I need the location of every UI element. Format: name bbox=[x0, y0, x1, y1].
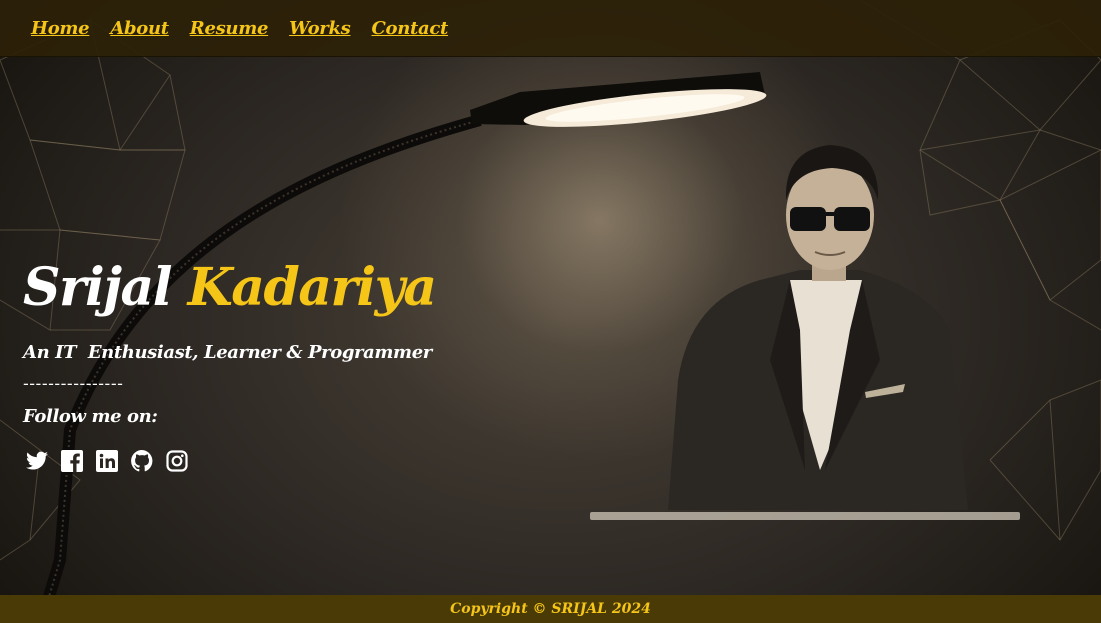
linkedin-link[interactable] bbox=[95, 449, 119, 473]
copyright-text: Copyright © SRIJAL 2024 bbox=[450, 601, 651, 617]
facebook-link[interactable] bbox=[60, 449, 84, 473]
nav-home-link[interactable]: Home bbox=[31, 18, 90, 39]
navbar: Home About Resume Works Contact bbox=[0, 0, 1101, 57]
nav-about-link[interactable]: About bbox=[110, 18, 169, 39]
twitter-link[interactable] bbox=[25, 449, 49, 473]
profile-photo bbox=[668, 145, 968, 510]
hero-divider: ---------------- bbox=[23, 374, 124, 393]
linkedin-icon bbox=[96, 450, 118, 472]
instagram-link[interactable] bbox=[165, 449, 189, 473]
facebook-icon bbox=[61, 450, 83, 472]
nav-contact-link[interactable]: Contact bbox=[371, 18, 448, 39]
first-name: Srijal bbox=[23, 257, 172, 318]
social-links bbox=[25, 449, 189, 473]
last-name: Kadariya bbox=[187, 257, 438, 318]
instagram-icon bbox=[166, 450, 188, 472]
github-link[interactable] bbox=[130, 449, 154, 473]
nav-resume-link[interactable]: Resume bbox=[190, 18, 269, 39]
follow-label: Follow me on: bbox=[23, 406, 158, 427]
twitter-icon bbox=[26, 451, 48, 470]
hero-tagline: An IT Enthusiast, Learner & Programmer bbox=[23, 342, 432, 363]
nav-works-link[interactable]: Works bbox=[289, 18, 351, 39]
github-icon bbox=[131, 450, 153, 472]
footer: Copyright © SRIJAL 2024 bbox=[0, 595, 1101, 623]
hero-name: Srijal Kadariya bbox=[23, 262, 437, 314]
